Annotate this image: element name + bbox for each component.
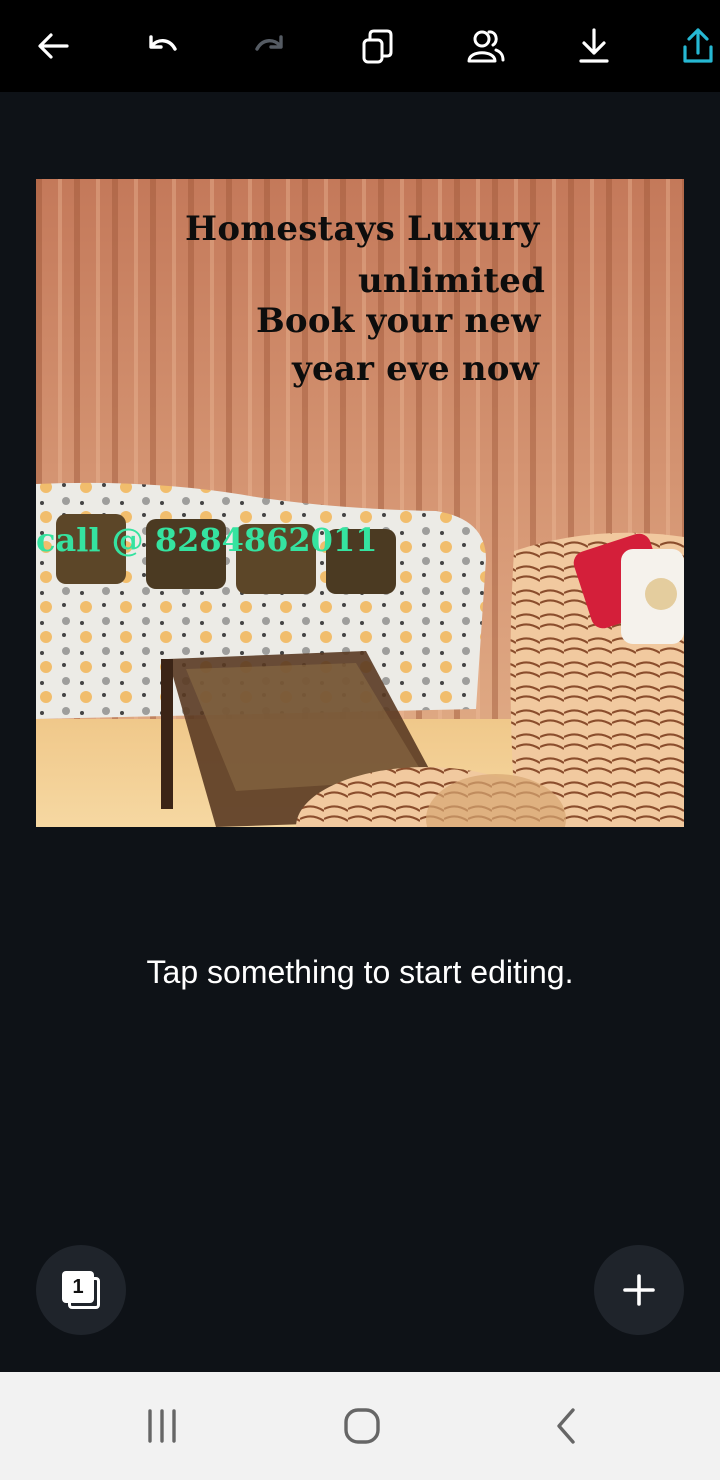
redo-icon[interactable] [240,16,300,76]
page-count: 1 [62,1271,94,1303]
back-arrow-icon[interactable] [24,16,84,76]
design-text-date[interactable]: year eve now [292,349,539,389]
top-toolbar [0,0,720,92]
download-icon[interactable] [564,16,624,76]
pages-icon[interactable] [348,16,408,76]
design-text-book[interactable]: Book your new [256,301,541,341]
editor-canvas: Homestays Luxury unlimited Book your new… [0,92,720,1372]
share-people-icon[interactable] [456,16,516,76]
system-nav-bar [0,1372,720,1480]
home-icon[interactable] [322,1394,402,1458]
undo-icon[interactable] [132,16,192,76]
back-icon[interactable] [526,1394,606,1458]
recent-apps-icon[interactable] [122,1394,202,1458]
design-text-phone[interactable]: call @ 8284862011 [36,521,377,559]
page-count-icon: 1 [62,1271,100,1309]
design-page[interactable]: Homestays Luxury unlimited Book your new… [36,179,684,827]
design-text-subtitle[interactable]: unlimited [358,261,545,301]
plus-icon [623,1274,655,1306]
add-button[interactable] [594,1245,684,1335]
editing-hint: Tap something to start editing. [146,954,574,990]
pages-button[interactable]: 1 [36,1245,126,1335]
share-export-icon[interactable] [668,16,720,76]
design-text-title[interactable]: Homestays Luxury [185,209,540,249]
